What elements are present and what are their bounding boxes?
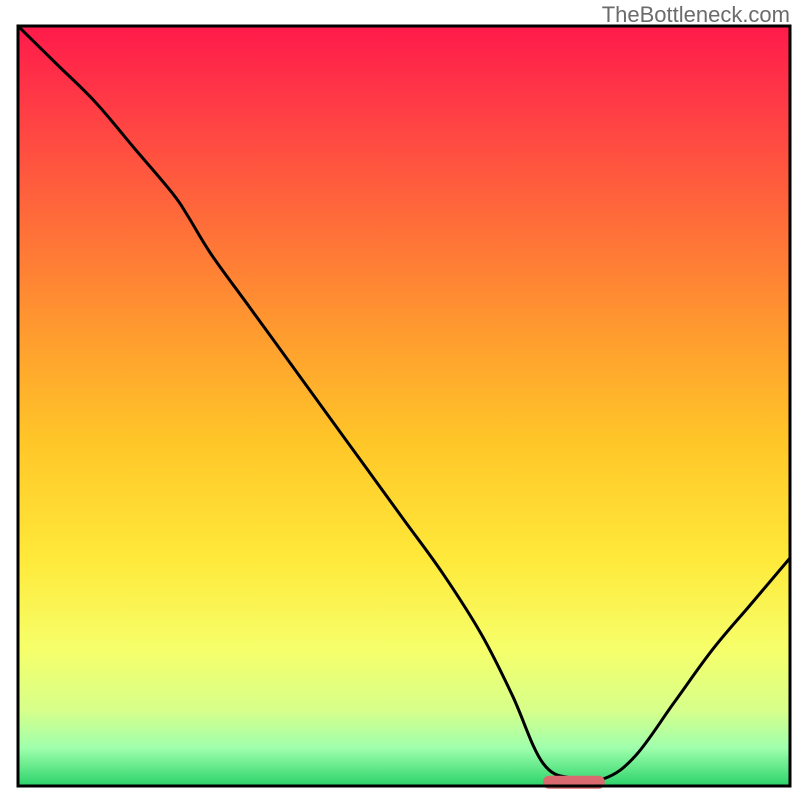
gradient-background (18, 26, 790, 786)
bottleneck-chart (0, 0, 800, 800)
chart-container: TheBottleneck.com (0, 0, 800, 800)
plot-area (18, 26, 790, 789)
watermark-text: TheBottleneck.com (602, 2, 790, 28)
